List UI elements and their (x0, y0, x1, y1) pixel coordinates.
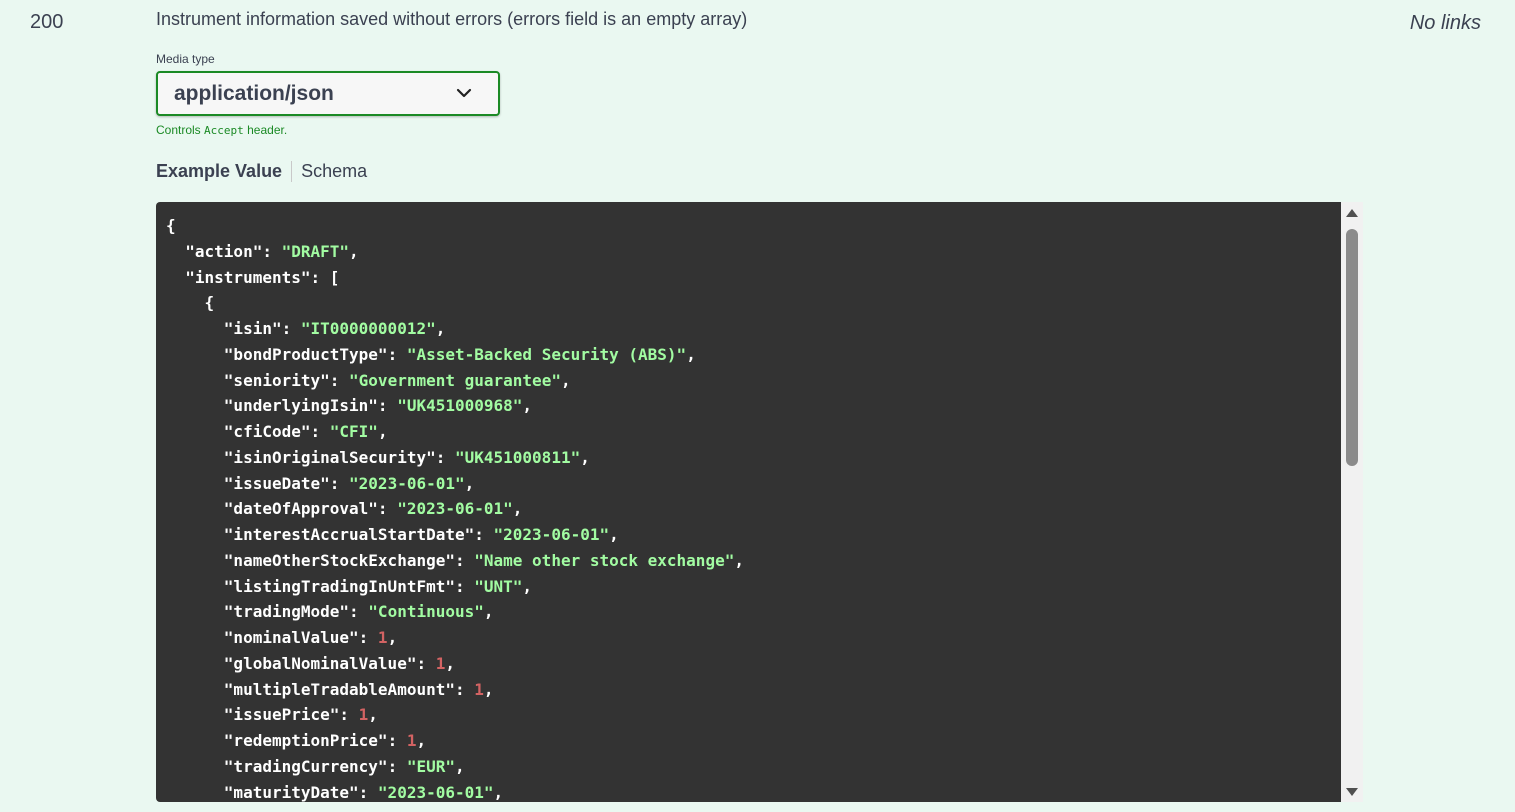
code-key: "tradingCurrency" (223, 756, 388, 776)
code-line: "interestAccrualStartDate": "2023-06-01"… (223, 525, 619, 544)
media-type-note-suffix: header. (247, 123, 288, 137)
code-line: "seniority": "Government guarantee", (223, 370, 571, 390)
code-key: "nameOtherStockExchange" (223, 550, 455, 570)
example-tabs: Example Value Schema (156, 158, 367, 184)
code-scrollbar[interactable] (1341, 202, 1363, 802)
code-string-value: "UNT" (474, 576, 523, 596)
code-key: "interestAccrualStartDate" (223, 525, 475, 544)
code-number-value: 1 (435, 653, 446, 673)
code-string-value: "Continuous" (368, 602, 484, 622)
code-key: "redemptionPrice" (223, 731, 388, 750)
code-line: "bondProductType": "Asset-Backed Securit… (223, 344, 696, 364)
arrow-up-icon[interactable] (1346, 209, 1358, 217)
code-key: "cfiCode" (223, 422, 311, 441)
code-line: "nameOtherStockExchange": "Name other st… (223, 550, 744, 570)
code-line: "isinOriginalSecurity": "UK451000811", (223, 447, 590, 467)
code-string-value: "Asset-Backed Security (ABS)" (406, 344, 687, 364)
code-key: "action" (185, 241, 263, 261)
code-open-bracket: [ (329, 267, 340, 287)
code-key: "tradingMode" (223, 602, 350, 622)
code-line: "maturityDate": "2023-06-01", (223, 782, 504, 802)
code-line: "isin": "IT0000000012", (223, 319, 446, 338)
code-string-value: "2023-06-01" (349, 473, 465, 493)
arrow-down-icon[interactable] (1346, 788, 1358, 796)
example-value-code-block[interactable]: { "action": "DRAFT", "instruments": [ { … (156, 202, 1341, 802)
code-punctuation: { (166, 216, 176, 235)
code-line: "issueDate": "2023-06-01", (223, 473, 475, 493)
response-status-code: 200 (30, 11, 64, 33)
code-line: { (166, 213, 1331, 239)
code-line: "underlyingIsin": "UK451000968", (223, 396, 533, 416)
code-line: "tradingCurrency": "EUR", (223, 756, 465, 776)
code-number-value: 1 (406, 731, 417, 750)
code-string-value: "DRAFT" (281, 241, 350, 261)
code-line: { (166, 290, 1331, 316)
code-key: "listingTradingInUntFmt" (223, 576, 455, 596)
code-key: "underlyingIsin" (223, 396, 378, 416)
code-line: "multipleTradableAmount": 1, (223, 679, 494, 699)
code-line: "action": "DRAFT", (185, 241, 359, 261)
code-key: "instruments" (185, 267, 311, 287)
code-line: "instruments": [ (185, 267, 340, 287)
code-string-value: "UK451000968" (397, 396, 523, 416)
code-string-value: "CFI" (329, 422, 378, 441)
code-line: "redemptionPrice": 1, (223, 731, 427, 750)
code-string-value: "IT0000000012" (300, 319, 436, 338)
code-key: "bondProductType" (223, 344, 388, 364)
code-line: "nominalValue": 1, (223, 628, 398, 647)
media-type-label: Media type (156, 52, 215, 66)
media-type-note-prefix: Controls (156, 123, 201, 137)
code-key: "issuePrice" (223, 705, 340, 725)
media-type-selected-value: application/json (174, 82, 334, 105)
tab-schema[interactable]: Schema (292, 161, 367, 182)
code-number-value: 1 (358, 705, 369, 725)
code-key: "maturityDate" (223, 782, 359, 802)
code-line: "cfiCode": "CFI", (223, 422, 388, 441)
code-string-value: "Government guarantee" (349, 370, 561, 390)
tab-example-value[interactable]: Example Value (156, 160, 293, 182)
code-key: "nominalValue" (223, 628, 359, 647)
code-line: "globalNominalValue": 1, (223, 653, 455, 673)
code-line: "dateOfApproval": "2023-06-01", (223, 499, 523, 519)
code-number-value: 1 (377, 628, 388, 647)
chevron-down-icon (456, 88, 472, 98)
code-string-value: "2023-06-01" (377, 782, 494, 802)
scrollbar-thumb[interactable] (1346, 229, 1358, 466)
code-key: "isinOriginalSecurity" (223, 447, 436, 467)
media-type-note-code: Accept (204, 124, 244, 137)
media-type-note: Controls Accept header. (156, 123, 287, 137)
code-number-value: 1 (474, 679, 484, 699)
code-key: "dateOfApproval" (223, 499, 378, 519)
code-line: "tradingMode": "Continuous", (223, 602, 494, 622)
code-punctuation: { (204, 293, 215, 313)
code-line: "issuePrice": 1, (223, 705, 378, 725)
example-json: { "action": "DRAFT", "instruments": [ { … (156, 202, 1341, 802)
code-string-value: "Name other stock exchange" (474, 550, 735, 570)
media-type-select[interactable]: application/json (156, 71, 500, 116)
code-key: "seniority" (223, 370, 330, 390)
code-string-value: "UK451000811" (454, 447, 581, 467)
code-string-value: "2023-06-01" (493, 525, 610, 544)
code-key: "globalNominalValue" (223, 653, 417, 673)
response-description: Instrument information saved without err… (156, 9, 748, 29)
code-string-value: "EUR" (406, 756, 455, 776)
code-key: "multipleTradableAmount" (223, 679, 455, 699)
code-key: "isin" (223, 319, 282, 338)
code-string-value: "2023-06-01" (397, 499, 513, 519)
response-links: No links (1409, 12, 1481, 34)
code-key: "issueDate" (223, 473, 330, 493)
code-line: "listingTradingInUntFmt": "UNT", (223, 576, 533, 596)
